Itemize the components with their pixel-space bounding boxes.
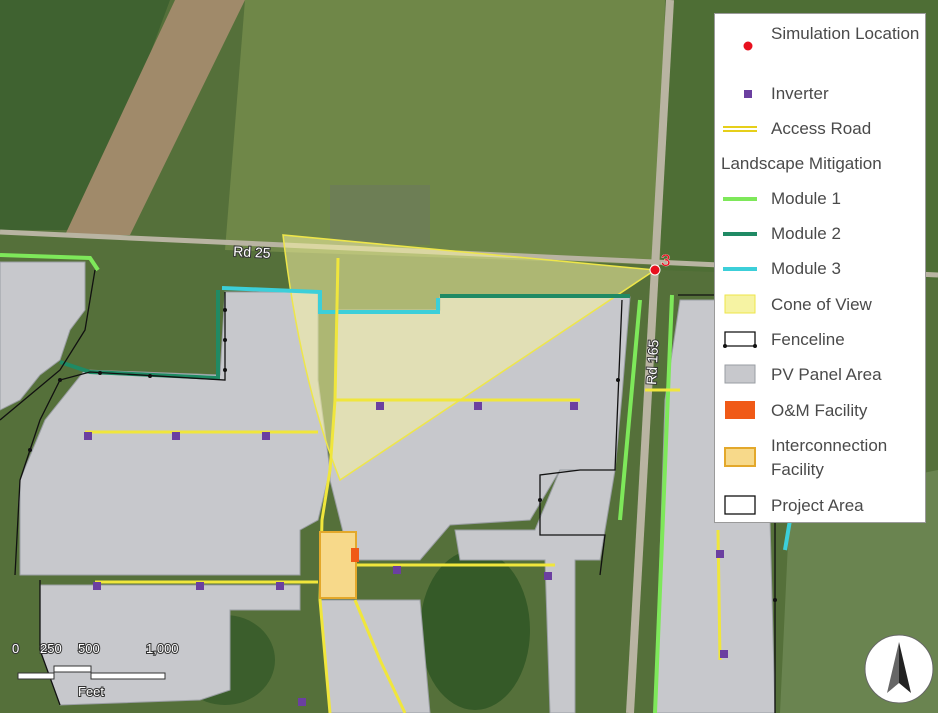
fence-post	[616, 378, 620, 382]
fence-post	[28, 448, 32, 452]
interconnection-facility-symbol	[724, 447, 756, 467]
legend-label: Project Area	[771, 496, 864, 515]
road-label-rd-165: Rd 165	[643, 339, 661, 385]
inverter	[393, 566, 401, 574]
fence-post	[223, 368, 227, 372]
inverter	[276, 582, 284, 590]
inverter	[720, 650, 728, 658]
fence-post	[148, 374, 152, 378]
farmstead	[330, 185, 430, 245]
module-3-symbol	[723, 267, 757, 271]
cone-of-view-symbol	[724, 294, 756, 314]
fenceline-symbol	[723, 331, 757, 348]
scale-unit: Feet	[78, 684, 104, 699]
scale-segment-2	[53, 665, 92, 673]
legend-label: Inverter	[771, 84, 829, 103]
legend-label: Interconnection Facility	[771, 436, 888, 479]
inverter	[474, 402, 482, 410]
inverter	[376, 402, 384, 410]
legend-label: Access Road	[771, 119, 872, 138]
field-north	[225, 0, 665, 265]
simulation-location-label: 3	[661, 251, 670, 270]
legend-label: PV Panel Area	[771, 365, 882, 384]
simulation-location-marker	[649, 264, 661, 276]
legend-heading: Landscape Mitigation	[721, 154, 882, 173]
scale-tick-0: 0	[12, 641, 19, 656]
fence-post	[773, 598, 777, 602]
road-label-rd-25: Rd 25	[233, 243, 271, 261]
scale-segment-1	[17, 672, 55, 680]
pv-area-south-mid	[319, 599, 431, 713]
inverter	[262, 432, 270, 440]
project-area-symbol	[724, 495, 756, 515]
north-arrow	[864, 634, 934, 704]
inverter	[93, 582, 101, 590]
fence-post	[223, 308, 227, 312]
access-road-east-south	[716, 529, 722, 661]
inverter	[172, 432, 180, 440]
module-2-symbol	[723, 232, 757, 236]
legend-label: Fenceline	[771, 330, 845, 349]
legend-label: O&M Facility	[771, 401, 868, 420]
scale-tick-250: 250	[40, 641, 62, 656]
om-facility-symbol	[725, 401, 755, 419]
legend-label: Module 2	[771, 224, 841, 243]
simulation-location-symbol	[743, 41, 753, 51]
legend-label: Simulation Location	[771, 24, 920, 43]
pv-panel-area-symbol	[724, 364, 756, 384]
inverter	[716, 550, 724, 558]
map-legend: Simulation Location Inverter Access Road…	[714, 13, 926, 523]
access-road-symbol	[723, 126, 757, 132]
fence-post	[98, 371, 102, 375]
inverter	[84, 432, 92, 440]
scale-tick-1000: 1,000	[146, 641, 179, 656]
om-facility	[351, 548, 359, 562]
module-1-symbol	[723, 197, 757, 201]
inverter	[544, 572, 552, 580]
legend-label: Module 3	[771, 259, 841, 278]
fence-post	[223, 338, 227, 342]
legend-label: Module 1	[771, 189, 841, 208]
inverter	[298, 698, 306, 706]
inverter	[196, 582, 204, 590]
fence-post	[58, 378, 62, 382]
inverter-symbol	[744, 90, 752, 98]
tree-cluster-south	[420, 550, 530, 710]
scale-tick-500: 500	[78, 641, 100, 656]
interconnection-facility	[319, 531, 357, 599]
legend-label: Cone of View	[771, 295, 872, 314]
scale-segment-3	[90, 672, 166, 680]
inverter	[570, 402, 578, 410]
fence-post	[538, 498, 542, 502]
